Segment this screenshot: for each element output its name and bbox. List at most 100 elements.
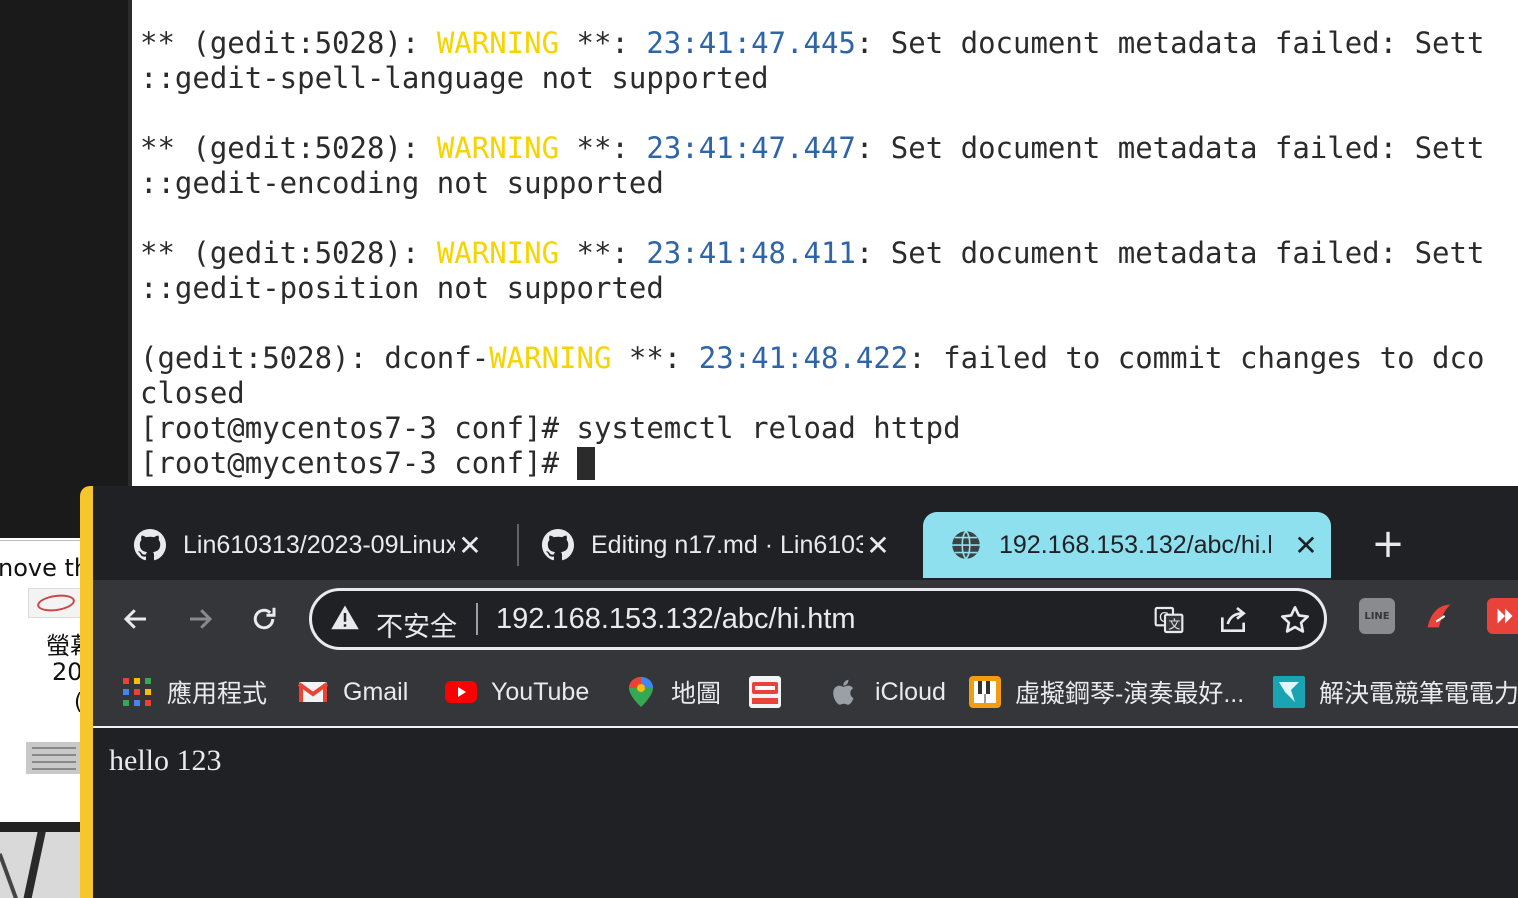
bookmark-label: 地圖 [671, 680, 722, 708]
terminal-text-segment: 23:41:47.447 [646, 131, 856, 165]
translate-icon[interactable]: G文 [1152, 603, 1186, 637]
tab-close-button[interactable]: ✕ [863, 529, 893, 562]
bookmark-label: 應用程式 [167, 680, 268, 708]
bookmark-power-fix[interactable]: 解決電競筆電電力... [1273, 674, 1518, 710]
tab-lin610313-repo[interactable]: Lin610313/2023-09Linux ✕ [107, 512, 485, 578]
share-icon[interactable] [1216, 603, 1250, 637]
terminal-text-segment: **: [559, 131, 647, 165]
forward-button[interactable] [175, 594, 225, 644]
terminal-line: ::gedit-encoding not supported [140, 166, 1484, 201]
page-content: hello 123 [93, 728, 1518, 898]
line-extension-label: LINE [1364, 610, 1390, 622]
desktop-thumbnail-document [26, 742, 82, 774]
red-bookmark-icon [749, 676, 781, 708]
bookmark-icloud[interactable]: iCloud [829, 674, 946, 710]
tab-strip: Lin610313/2023-09Linux ✕ Editing n17.md … [93, 486, 1518, 580]
desktop-thumbnail-signature [28, 588, 82, 618]
terminal-output: ** (gedit:5028): WARNING **: 23:41:47.44… [140, 26, 1484, 481]
terminal-text-segment: 23:41:48.411 [646, 236, 856, 270]
bookmark-apps[interactable]: 應用程式 [121, 674, 267, 710]
desktop-label-year: 20 [52, 658, 83, 686]
reload-button[interactable] [239, 594, 289, 644]
terminal-line: ::gedit-spell-language not supported [140, 61, 1484, 96]
terminal-text-segment: : Set document metadata failed: Sett [855, 26, 1485, 60]
reload-icon [253, 607, 276, 630]
red-play-extension-icon[interactable] [1487, 598, 1518, 634]
terminal-prompt: [root@mycentos7-3 conf]# [140, 446, 577, 480]
terminal-text-segment: ** (gedit:5028): [140, 236, 437, 270]
browser-window: Lin610313/2023-09Linux ✕ Editing n17.md … [80, 486, 1518, 898]
terminal-text-segment: **: [559, 26, 647, 60]
bookmark-label: 虛擬鋼琴-演奏最好... [1015, 680, 1245, 708]
terminal-text-segment: : failed to commit changes to dco [908, 341, 1485, 375]
tab-close-button[interactable]: ✕ [1291, 529, 1321, 562]
terminal-text-segment: : Set document metadata failed: Sett [855, 131, 1485, 165]
svg-text:文: 文 [1168, 617, 1180, 632]
warning-triangle-icon[interactable] [330, 603, 362, 635]
bookmark-label: iCloud [875, 677, 946, 706]
arrow-right-icon [190, 609, 213, 629]
bookmark-youtube[interactable]: YouTube [445, 674, 589, 710]
bookmark-label: YouTube [491, 677, 590, 706]
line-extension-icon[interactable]: LINE [1359, 598, 1395, 634]
back-button[interactable] [111, 594, 161, 644]
apple-icon [829, 676, 861, 708]
youtube-icon [445, 676, 477, 708]
bookmark-star-icon[interactable] [1278, 603, 1312, 637]
github-icon [541, 528, 575, 562]
terminal-line: closed [140, 376, 1484, 411]
terminal-prompt-line[interactable]: [root@mycentos7-3 conf]# [140, 446, 1484, 481]
tab-close-button[interactable]: ✕ [455, 529, 485, 562]
omnibox-divider [476, 603, 478, 635]
bookmark-maps[interactable]: 地圖 [625, 674, 721, 710]
arrow-left-icon [123, 609, 146, 629]
terminal-text-segment: 23:41:48.422 [698, 341, 909, 375]
browser-toolbar: 不安全 192.168.153.132/abc/hi.htm G文 LINE [93, 580, 1518, 660]
terminal-line: ::gedit-position not supported [140, 271, 1484, 306]
terminal-text-segment: ::gedit-position not supported [140, 271, 664, 305]
bookmark-virtual-piano[interactable]: 虛擬鋼琴-演奏最好... [969, 674, 1244, 710]
terminal-window[interactable]: ** (gedit:5028): WARNING **: 23:41:47.44… [128, 0, 1518, 490]
terminal-text-segment: : Set document metadata failed: Sett [855, 236, 1485, 270]
red-swirl-extension-icon[interactable] [1421, 598, 1457, 634]
terminal-line: (gedit:5028): dconf-WARNING **: 23:41:48… [140, 341, 1484, 376]
globe-icon [949, 528, 983, 562]
terminal-text-segment: 23:41:47.445 [646, 26, 856, 60]
bookmark-red-site[interactable] [749, 674, 781, 710]
bookmark-label: Gmail [343, 677, 409, 706]
tab-editing-n17[interactable]: Editing n17.md · Lin610313 ✕ [515, 512, 893, 578]
tab-title: 192.168.153.132/abc/hi.htm [999, 530, 1271, 559]
terminal-text-segment: (gedit:5028): dconf- [140, 341, 490, 375]
page-body-text: hello 123 [109, 744, 222, 777]
teal-bookmark-icon [1273, 676, 1305, 708]
gmail-icon [297, 676, 329, 708]
terminal-text-segment: WARNING [436, 131, 560, 165]
terminal-line: ** (gedit:5028): WARNING **: 23:41:48.41… [140, 236, 1484, 271]
terminal-text-segment: closed [140, 376, 245, 410]
address-bar[interactable]: 不安全 192.168.153.132/abc/hi.htm G文 [309, 588, 1327, 650]
desktop-fragment-text: nove th [0, 554, 90, 582]
tab-title: Lin610313/2023-09Linux [183, 530, 455, 559]
apps-grid-icon [121, 676, 153, 708]
terminal-line: ** (gedit:5028): WARNING **: 23:41:47.44… [140, 26, 1484, 61]
terminal-line: ** (gedit:5028): WARNING **: 23:41:47.44… [140, 131, 1484, 166]
tab-title: Editing n17.md · Lin610313 [591, 530, 863, 559]
tab-active-hi-htm[interactable]: 192.168.153.132/abc/hi.htm ✕ [923, 512, 1331, 578]
url-text[interactable]: 192.168.153.132/abc/hi.htm [496, 603, 856, 636]
terminal-text-segment: ::gedit-encoding not supported [140, 166, 664, 200]
new-tab-button[interactable]: + [1363, 516, 1413, 572]
terminal-text-segment: ::gedit-spell-language not supported [140, 61, 769, 95]
maps-pin-icon [625, 676, 657, 708]
security-status-label[interactable]: 不安全 [376, 605, 457, 644]
bookmark-gmail[interactable]: Gmail [297, 674, 408, 710]
terminal-text-segment: WARNING [436, 236, 560, 270]
terminal-text-segment: [root@mycentos7-3 conf]# systemctl reloa… [140, 411, 961, 445]
terminal-text-segment: WARNING [436, 26, 560, 60]
terminal-text-segment: ** (gedit:5028): [140, 131, 437, 165]
desktop-thumbnail-photo [0, 832, 86, 898]
terminal-cursor [576, 447, 595, 480]
github-icon [133, 528, 167, 562]
